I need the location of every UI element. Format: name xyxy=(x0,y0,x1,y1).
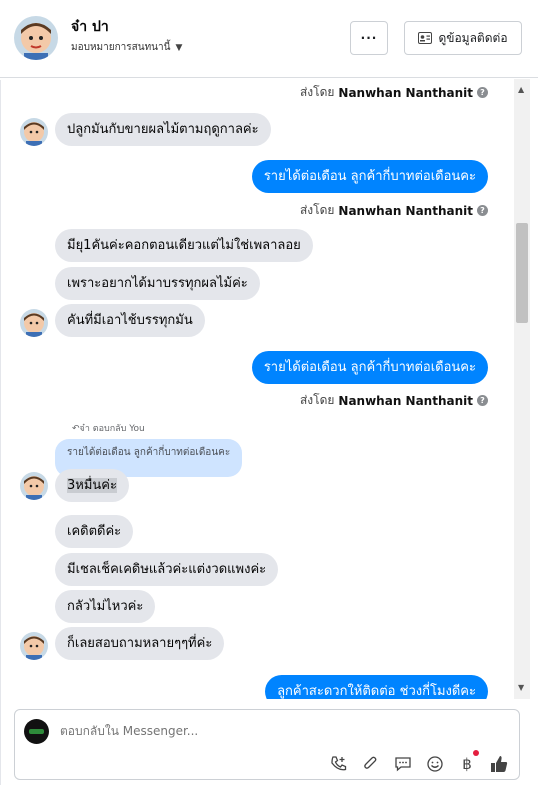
contact-card-icon xyxy=(418,32,433,44)
sent-by-line: ส่งโดย Nanwhan Nanthanit ? xyxy=(300,201,488,220)
sender-name: Nanwhan Nanthanit xyxy=(338,85,473,100)
avatar-image xyxy=(20,472,48,500)
reply-indicator: ↶จ๋า ตอบกลับ You xyxy=(72,421,145,435)
avatar-image xyxy=(20,309,48,337)
outgoing-message[interactable]: รายได้ต่อเดือน ลูกค้ากี่บาทต่อเดือนคะ xyxy=(251,160,488,193)
incoming-message[interactable]: มียุ1คันค่ะคอกตอนเดียวแต่ไม่ใช่เพลาลอย xyxy=(55,229,313,262)
smiley-icon[interactable] xyxy=(425,754,445,774)
outgoing-message[interactable]: รายได้ต่อเดือน ลูกค้ากี่บาทต่อเดือนคะ xyxy=(251,351,488,384)
incoming-message[interactable]: เพราะอยากได้มาบรรทุกผลไม้ค่ะ xyxy=(55,267,260,300)
assign-conversation-dropdown[interactable]: มอบหมายการสนทนานี้ ▼ xyxy=(71,40,182,55)
scroll-up-icon[interactable]: ▲ xyxy=(518,85,524,94)
outgoing-message[interactable]: ลูกค้าสะดวกให้ติดต่อ ช่วงกี่โมงดีคะ xyxy=(265,675,488,699)
assign-label: มอบหมายการสนทนานี้ xyxy=(71,42,171,53)
message-thread[interactable]: ส่งโดย Nanwhan Nanthanit ? ปลูกมันกับขาย… xyxy=(0,79,514,699)
highlighted-text: 3หมื่นค่ะ xyxy=(67,478,117,493)
sender-name: Nanwhan Nanthanit xyxy=(338,393,473,408)
avatar-image xyxy=(20,118,48,146)
reply-composer: ฿ xyxy=(14,709,520,780)
avatar-image xyxy=(20,632,48,660)
contact-avatar-small[interactable] xyxy=(20,632,48,660)
thread-scrollbar[interactable]: ▲ ▼ xyxy=(514,79,530,699)
contact-avatar-image xyxy=(14,16,58,60)
contact-name[interactable]: จ๋า ปา xyxy=(71,16,109,38)
contact-avatar[interactable] xyxy=(14,16,58,60)
baht-glyph: ฿ xyxy=(462,755,472,773)
sent-by-prefix: ส่งโดย xyxy=(299,203,335,217)
reply-input[interactable] xyxy=(60,724,460,738)
incoming-message[interactable]: 3หมื่นค่ะ xyxy=(55,469,129,502)
contact-avatar-small[interactable] xyxy=(20,472,48,500)
reply-arrow-icon: ↶ xyxy=(72,424,80,434)
view-contact-label: ดูข้อมูลติดต่อ xyxy=(438,30,508,45)
conversation-header: จ๋า ปา มอบหมายการสนทนานี้ ▼ ··· ดูข้อมูล… xyxy=(0,0,538,78)
info-icon[interactable]: ? xyxy=(477,205,488,216)
page-avatar xyxy=(24,719,49,744)
more-options-button[interactable]: ··· xyxy=(350,21,388,55)
incoming-message[interactable]: เคดิตดีค่ะ xyxy=(55,515,134,548)
sent-by-prefix: ส่งโดย xyxy=(299,85,335,99)
contact-avatar-small[interactable] xyxy=(20,118,48,146)
paperclip-icon[interactable] xyxy=(361,754,381,774)
incoming-message[interactable]: กลัวไม่ไหวค่ะ xyxy=(55,590,156,623)
sent-by-prefix: ส่งโดย xyxy=(299,393,335,407)
info-icon[interactable]: ? xyxy=(477,395,488,406)
sender-name: Nanwhan Nanthanit xyxy=(338,203,473,218)
sent-by-line: ส่งโดย Nanwhan Nanthanit ? xyxy=(300,83,488,102)
incoming-message[interactable]: ก็เลยสอบถามหลายๆๆที่ค่ะ xyxy=(55,627,225,660)
incoming-message[interactable]: ปลูกมันกับขายผลไม้ตามฤดูกาลค่ะ xyxy=(55,113,271,146)
notification-dot xyxy=(473,750,479,756)
more-options-label: ··· xyxy=(360,31,378,45)
contact-avatar-small[interactable] xyxy=(20,309,48,337)
thumbs-up-icon[interactable] xyxy=(489,754,509,774)
view-contact-button[interactable]: ดูข้อมูลติดต่อ xyxy=(404,21,522,55)
sent-by-line: ส่งโดย Nanwhan Nanthanit ? xyxy=(300,391,488,410)
incoming-message[interactable]: คันที่มีเอาไช้บรรทุกมัน xyxy=(55,304,205,337)
reply-note-text: จ๋า ตอบกลับ You xyxy=(79,424,145,434)
scroll-down-icon[interactable]: ▼ xyxy=(518,683,524,692)
info-icon[interactable]: ? xyxy=(477,87,488,98)
incoming-message[interactable]: มีเชลเช็คเคดิษแล้วค่ะแต่งวดแพงค่ะ xyxy=(55,553,279,586)
scroll-thumb[interactable] xyxy=(516,223,528,323)
chat-bubble-icon[interactable] xyxy=(393,754,413,774)
baht-icon[interactable]: ฿ xyxy=(457,750,479,774)
messenger-inbox: จ๋า ปา มอบหมายการสนทนานี้ ▼ ··· ดูข้อมูล… xyxy=(0,0,538,787)
caret-down-icon: ▼ xyxy=(175,42,183,53)
phone-plus-icon[interactable] xyxy=(329,754,349,774)
